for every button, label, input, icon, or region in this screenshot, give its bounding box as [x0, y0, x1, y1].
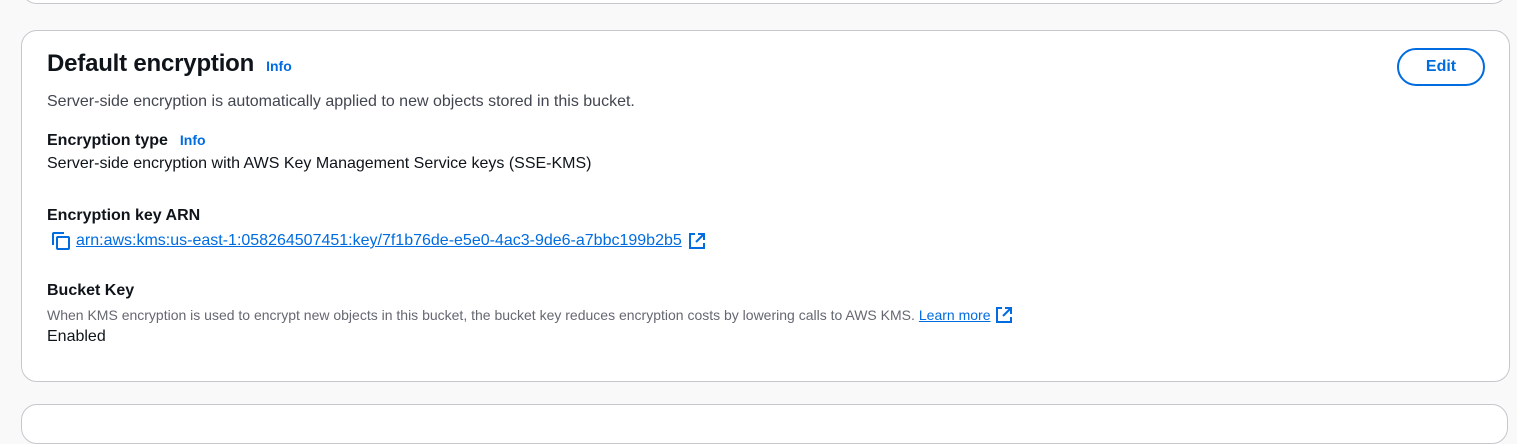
- copy-icon[interactable]: [50, 230, 72, 252]
- edit-button[interactable]: Edit: [1397, 48, 1485, 86]
- learn-more-external-icon[interactable]: [995, 306, 1013, 324]
- encryption-type-label-row: Encryption type Info: [47, 132, 592, 150]
- panel-info-link[interactable]: Info: [266, 58, 292, 74]
- encryption-type-label: Encryption type: [47, 132, 168, 149]
- learn-more-link[interactable]: Learn more: [919, 307, 991, 323]
- bucket-key-description: When KMS encryption is used to encrypt n…: [47, 307, 915, 323]
- bucket-key-value: Enabled: [47, 328, 106, 345]
- encryption-key-arn-link[interactable]: arn:aws:kms:us-east-1:058264507451:key/7…: [76, 232, 682, 250]
- encryption-type-field: Encryption type Info Server-side encrypt…: [47, 132, 592, 173]
- bucket-key-label: Bucket Key: [47, 282, 135, 299]
- encryption-type-value: Server-side encryption with AWS Key Mana…: [47, 155, 592, 172]
- panel-header: Default encryption Info: [47, 50, 292, 78]
- encryption-type-info-link[interactable]: Info: [180, 132, 206, 148]
- default-encryption-panel: Default encryption Info Server-side encr…: [21, 30, 1510, 382]
- panel-description: Server-side encryption is automatically …: [47, 93, 635, 110]
- external-link-icon[interactable]: [688, 232, 706, 250]
- encryption-key-arn-label: Encryption key ARN: [47, 207, 201, 224]
- bucket-key-field: Bucket Key When KMS encryption is used t…: [47, 282, 1013, 346]
- arn-row: arn:aws:kms:us-east-1:058264507451:key/7…: [47, 230, 706, 252]
- encryption-key-arn-field: Encryption key ARN arn:aws:kms:us-east-1…: [47, 207, 706, 252]
- panel-title: Default encryption: [47, 50, 255, 77]
- bucket-key-description-row: When KMS encryption is used to encrypt n…: [47, 306, 1013, 324]
- previous-panel: [21, 0, 1508, 4]
- next-panel: [21, 404, 1508, 444]
